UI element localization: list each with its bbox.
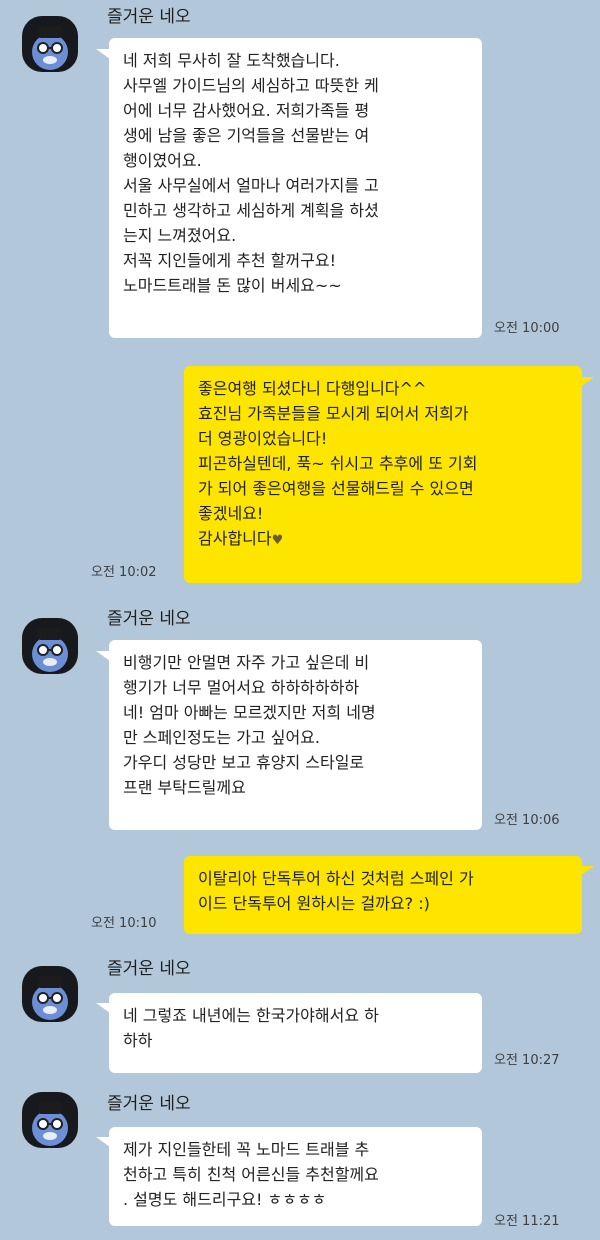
bubble-tail bbox=[96, 1137, 110, 1147]
message-time: 오전 10:02 bbox=[91, 565, 157, 580]
neo-character-icon bbox=[32, 1102, 68, 1146]
message-bubble[interactable]: 제가 지인들한테 꼭 노마드 트래블 추 천하고 특히 친척 어른신들 추천할께… bbox=[109, 1127, 482, 1226]
message-bubble[interactable]: 네 저희 무사히 잘 도착했습니다. 사무엘 가이드님의 세심하고 따뜻한 케 … bbox=[109, 38, 482, 338]
message-line: 비행기만 안멀면 자주 가고 싶은데 비 bbox=[123, 653, 370, 672]
message-line: 어에 너무 감사했어요. 저희가족들 평 bbox=[123, 101, 370, 120]
message-time: 오전 10:27 bbox=[494, 1053, 560, 1068]
message-line: . 설명도 해드리구요! ㅎㅎㅎㅎ bbox=[123, 1190, 327, 1209]
message-line: 하하 bbox=[123, 1031, 153, 1050]
message-line: 좋겠네요! bbox=[198, 504, 264, 523]
message-time: 오전 11:21 bbox=[494, 1214, 560, 1229]
message-line: 제가 지인들한테 꼭 노마드 트래블 추 bbox=[123, 1140, 370, 1159]
message-line: 가 되어 좋은여행을 선물해드릴 수 있으면 bbox=[198, 479, 474, 498]
message-line: 네! 엄마 아빠는 모르겠지만 저희 네명 bbox=[123, 703, 376, 722]
sender-name: 즐거운 네오 bbox=[107, 1094, 191, 1114]
message-line: 좋은여행 되셨다니 다행입니다^^ bbox=[198, 379, 427, 398]
message-line: 가우디 성당만 보고 휴양지 스타일로 bbox=[123, 753, 365, 772]
message-time: 오전 10:06 bbox=[494, 813, 560, 828]
message-bubble[interactable]: 네 그렇죠 내년에는 한국가야해서요 하 하하 bbox=[109, 993, 482, 1073]
message-time: 오전 10:10 bbox=[91, 916, 157, 931]
message-line: 생에 남을 좋은 기억들을 선물받는 여 bbox=[123, 126, 370, 145]
message-line: 행기가 너무 멀어서요 하하하하하하 bbox=[123, 678, 360, 697]
message-line: 더 영광이었습니다! bbox=[198, 429, 328, 448]
sender-name: 즐거운 네오 bbox=[107, 7, 191, 27]
message-line: 네 저희 무사히 잘 도착했습니다. bbox=[123, 51, 340, 70]
message-line: 천하고 특히 친척 어른신들 추천할께요 bbox=[123, 1165, 379, 1184]
message-line: 민하고 생각하고 세심하게 계획을 하셨 bbox=[123, 201, 379, 220]
message-line: 프랜 부탁드릴께요 bbox=[123, 778, 246, 797]
bubble-tail bbox=[580, 866, 594, 876]
message-line: 사무엘 가이드님의 세심하고 따뜻한 케 bbox=[123, 76, 379, 95]
message-bubble[interactable]: 이탈리아 단독투어 하신 것처럼 스페인 가 이드 단독투어 원하시는 걸까요?… bbox=[184, 856, 582, 934]
message-line: 노마드트래블 돈 많이 버세요~~ bbox=[123, 276, 342, 295]
sender-name: 즐거운 네오 bbox=[107, 609, 191, 629]
sender-avatar[interactable] bbox=[22, 16, 78, 72]
message-line: 네 그렇죠 내년에는 한국가야해서요 하 bbox=[123, 1006, 379, 1025]
sender-avatar[interactable] bbox=[22, 966, 78, 1022]
message-line: 행이였어요. bbox=[123, 151, 202, 170]
message-line: 저꼭 지인들에게 추천 할꺼구요! bbox=[123, 251, 337, 270]
message-line: 이탈리아 단독투어 하신 것처럼 스페인 가 bbox=[198, 869, 474, 888]
neo-character-icon bbox=[32, 26, 68, 70]
message-line: 만 스페인정도는 가고 싶어요. bbox=[123, 728, 320, 747]
message-line: 는지 느껴졌어요. bbox=[123, 226, 237, 245]
message-bubble[interactable]: 좋은여행 되셨다니 다행입니다^^ 효진님 가족분들을 모시게 되어서 저희가 … bbox=[184, 366, 582, 583]
sender-name: 즐거운 네오 bbox=[107, 959, 191, 979]
message-time: 오전 10:00 bbox=[494, 321, 560, 336]
bubble-tail bbox=[96, 49, 110, 59]
sender-avatar[interactable] bbox=[22, 618, 78, 674]
bubble-tail bbox=[96, 651, 110, 661]
neo-character-icon bbox=[32, 628, 68, 672]
message-line-text: 감사합니다 bbox=[198, 529, 272, 548]
bubble-tail bbox=[96, 1003, 110, 1013]
sender-avatar[interactable] bbox=[22, 1092, 78, 1148]
message-bubble[interactable]: 비행기만 안멀면 자주 가고 싶은데 비 행기가 너무 멀어서요 하하하하하하 … bbox=[109, 640, 482, 830]
message-line: 서울 사무실에서 얼마나 여러가지를 고 bbox=[123, 176, 379, 195]
message-line: 효진님 가족분들을 모시게 되어서 저희가 bbox=[198, 404, 469, 423]
neo-character-icon bbox=[32, 976, 68, 1020]
message-line: 감사합니다♥ bbox=[198, 526, 568, 553]
message-line: 피곤하실텐데, 푹~ 쉬시고 추후에 또 기회 bbox=[198, 454, 478, 473]
heart-icon: ♥ bbox=[271, 533, 284, 548]
bubble-tail bbox=[580, 377, 594, 387]
message-line: 이드 단독투어 원하시는 걸까요? :) bbox=[198, 894, 430, 913]
